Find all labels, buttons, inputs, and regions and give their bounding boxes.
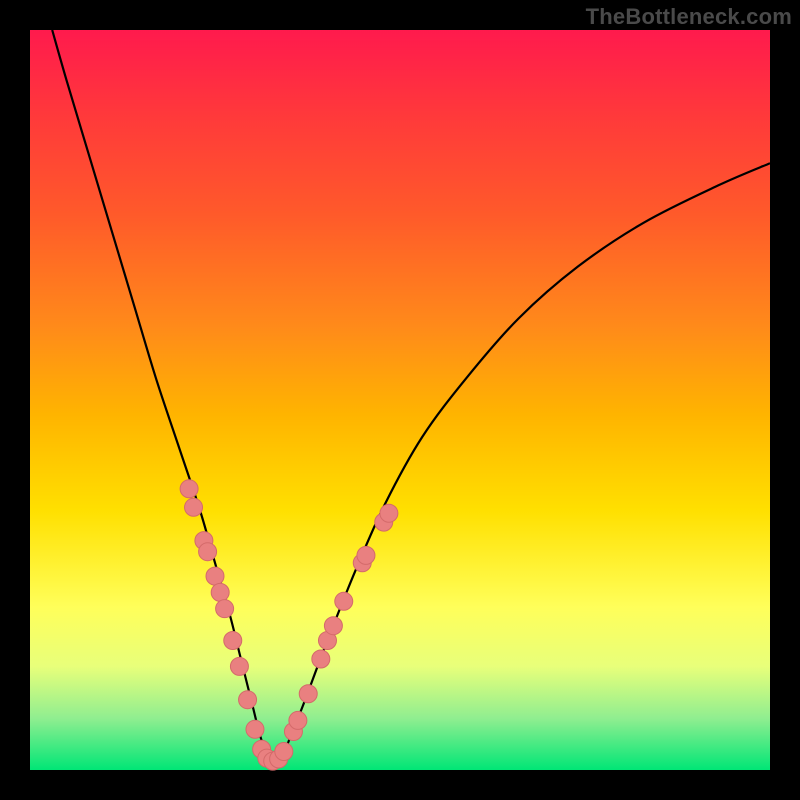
data-marker	[206, 567, 224, 585]
data-marker	[357, 546, 375, 564]
data-marker	[199, 543, 217, 561]
data-marker	[275, 743, 293, 761]
data-marker	[185, 498, 203, 516]
chart-frame: TheBottleneck.com	[0, 0, 800, 800]
data-marker	[224, 632, 242, 650]
marker-group	[180, 480, 398, 770]
data-marker	[335, 592, 353, 610]
data-marker	[180, 480, 198, 498]
data-marker	[216, 600, 234, 618]
bottleneck-curve	[52, 30, 770, 763]
chart-svg	[30, 30, 770, 770]
data-marker	[299, 685, 317, 703]
data-marker	[230, 657, 248, 675]
data-marker	[312, 650, 330, 668]
data-marker	[246, 720, 264, 738]
data-marker	[289, 711, 307, 729]
data-marker	[324, 617, 342, 635]
watermark-text: TheBottleneck.com	[586, 4, 792, 30]
plot-area	[30, 30, 770, 770]
data-marker	[380, 504, 398, 522]
data-marker	[239, 691, 257, 709]
data-marker	[211, 583, 229, 601]
